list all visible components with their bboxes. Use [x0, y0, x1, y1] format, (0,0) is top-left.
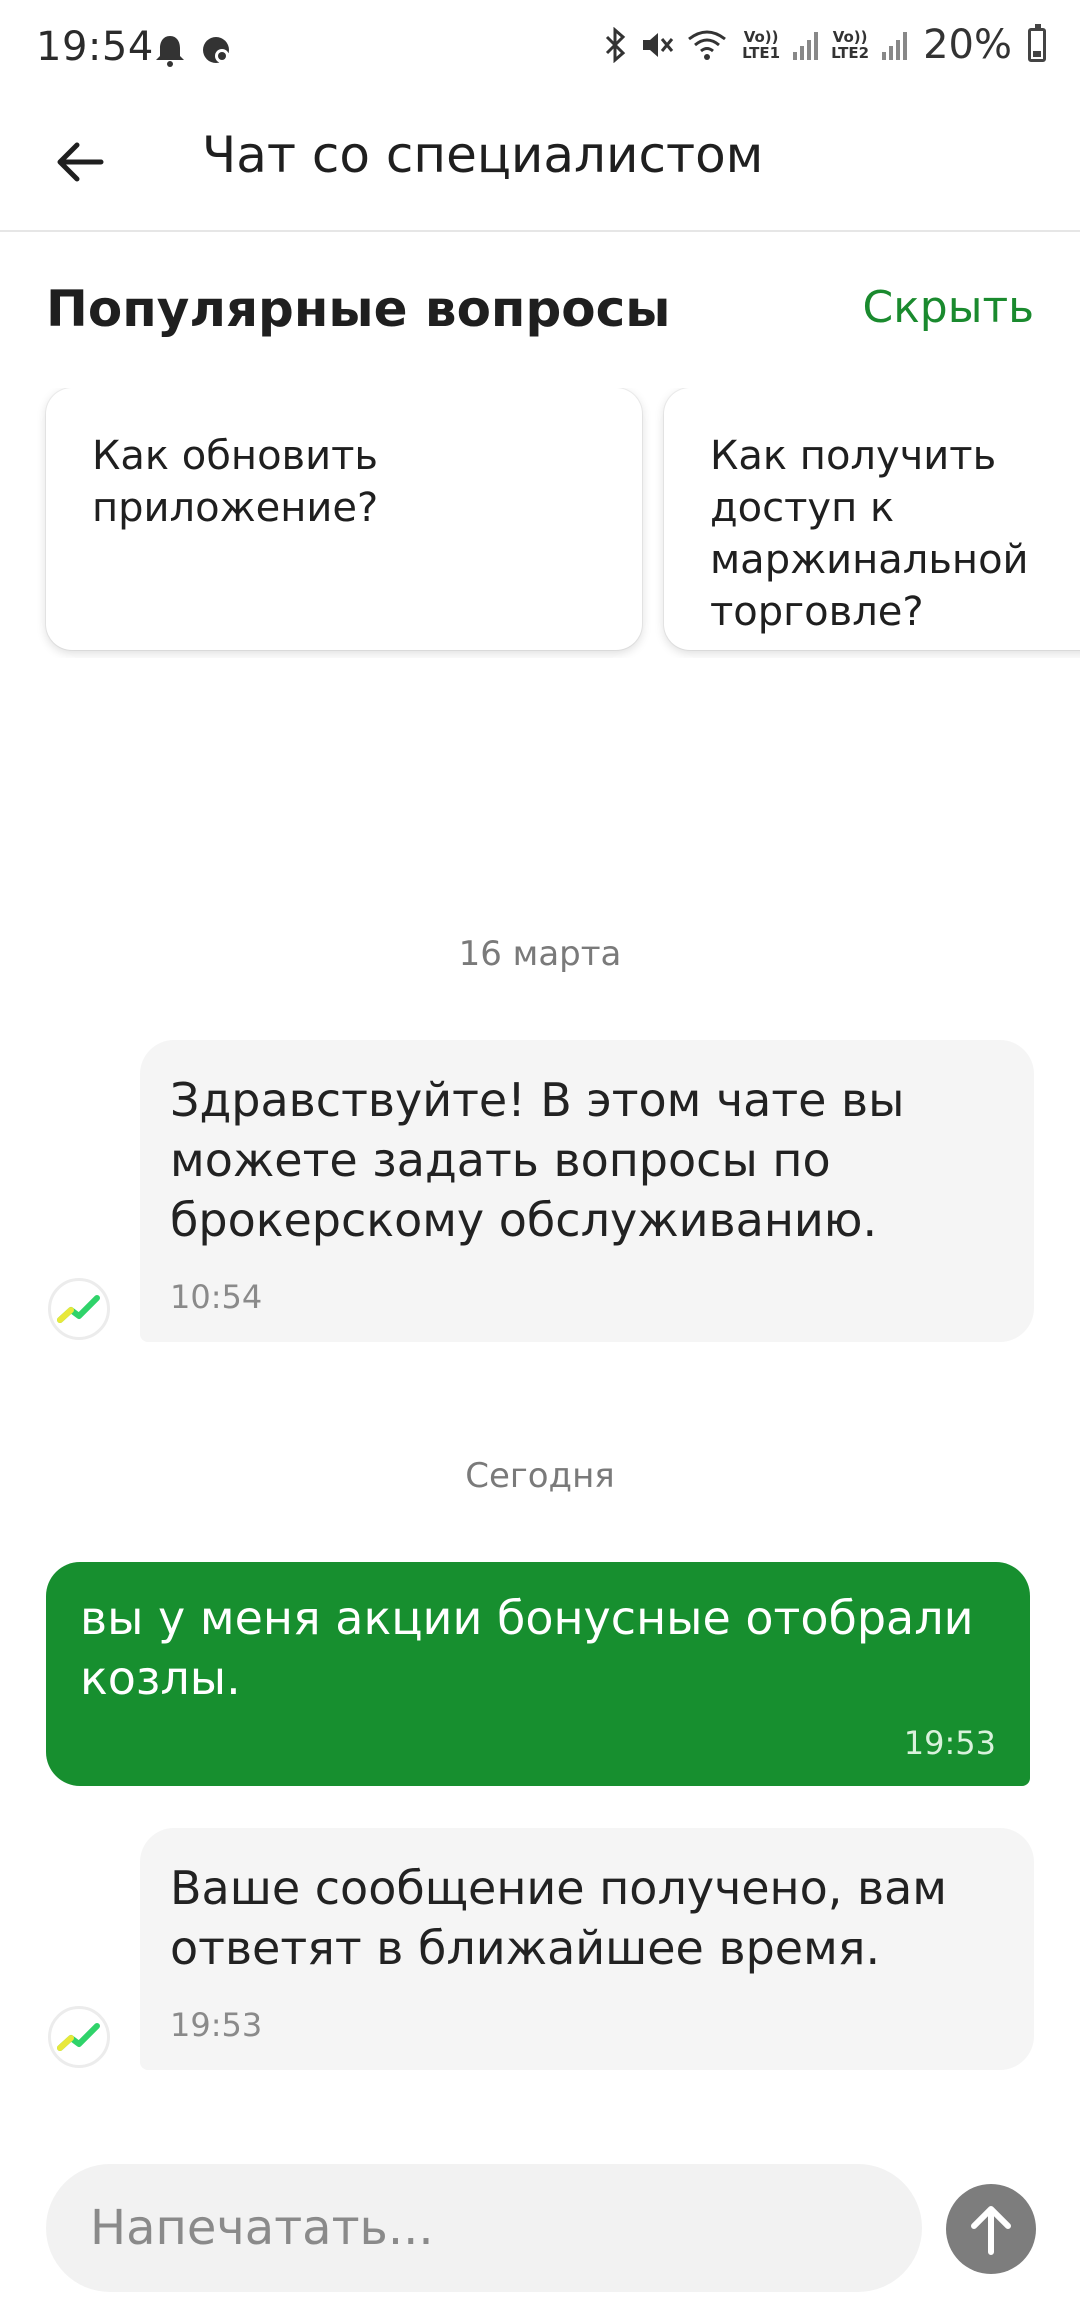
- status-time: 19:54: [36, 24, 154, 70]
- battery-percent: 20%: [923, 22, 1012, 68]
- outgoing-message: вы у меня акции бонусные отобрали козлы.…: [46, 1562, 1030, 1786]
- popular-questions-list[interactable]: Как обновить приложение? Как получить до…: [0, 388, 1080, 658]
- message-input[interactable]: [46, 2164, 922, 2292]
- incoming-message: Ваше сообщение получено, вам ответят в б…: [140, 1828, 1034, 2070]
- incoming-message: Здравствуйте! В этом чате вы можете зада…: [140, 1040, 1034, 1342]
- notification-icon: [203, 37, 229, 63]
- message-input-wrapper: [46, 2164, 922, 2292]
- status-notifications: [150, 30, 236, 70]
- trend-up-icon: [57, 2023, 100, 2051]
- status-right: Vo)) LTE1 Vo)) LTE2 20%: [601, 22, 1046, 68]
- mute-icon: [643, 33, 674, 57]
- message-text: Ваше сообщение получено, вам ответят в б…: [170, 1861, 948, 1975]
- sim2-label: Vo)) LTE2: [831, 28, 870, 62]
- status-bar: 19:54 Vo)) LTE1 Vo)) LTE2 20%: [0, 0, 1080, 96]
- sim1-label: Vo)) LTE1: [742, 28, 781, 62]
- popular-question-card[interactable]: Как получить доступ к маржинальной торго…: [664, 388, 1080, 650]
- signal-icon: [882, 30, 908, 60]
- battery-icon: [1028, 24, 1046, 62]
- arrow-up-icon: [971, 2206, 1011, 2255]
- date-separator: Сегодня: [465, 1456, 615, 1496]
- app-bar: Чат со специалистом: [0, 96, 1080, 232]
- signal-icon: [793, 30, 819, 60]
- date-separator: 16 марта: [458, 934, 622, 974]
- chat-screen: 19:54 Vo)) LTE1 Vo)) LTE2 20% Чат со спе…: [0, 0, 1080, 2316]
- trend-up-icon: [57, 1295, 100, 1323]
- message-text: вы у меня акции бонусные отобрали козлы.: [80, 1591, 974, 1705]
- bluetooth-icon: [606, 27, 626, 63]
- send-button[interactable]: [946, 2184, 1036, 2274]
- bot-avatar: [48, 2006, 110, 2068]
- message-time: 19:53: [903, 1724, 996, 1762]
- wifi-icon: [688, 30, 727, 60]
- message-text: Здравствуйте! В этом чате вы можете зада…: [170, 1073, 905, 1247]
- popular-question-card[interactable]: Как обновить приложение?: [46, 388, 642, 650]
- arrow-left-icon: [57, 142, 104, 182]
- popular-question-text: Как получить доступ к маржинальной торго…: [710, 433, 1029, 635]
- message-time: 19:53: [170, 2006, 263, 2044]
- bot-avatar: [48, 1278, 110, 1340]
- message-time: 10:54: [170, 1278, 263, 1316]
- hide-popular-button[interactable]: Скрыть: [862, 282, 1034, 333]
- page-title: Чат со специалистом: [202, 126, 764, 184]
- popular-questions-title: Популярные вопросы: [46, 280, 671, 338]
- back-button[interactable]: [40, 122, 120, 202]
- notification-icon: [156, 36, 184, 67]
- popular-question-text: Как обновить приложение?: [92, 433, 379, 531]
